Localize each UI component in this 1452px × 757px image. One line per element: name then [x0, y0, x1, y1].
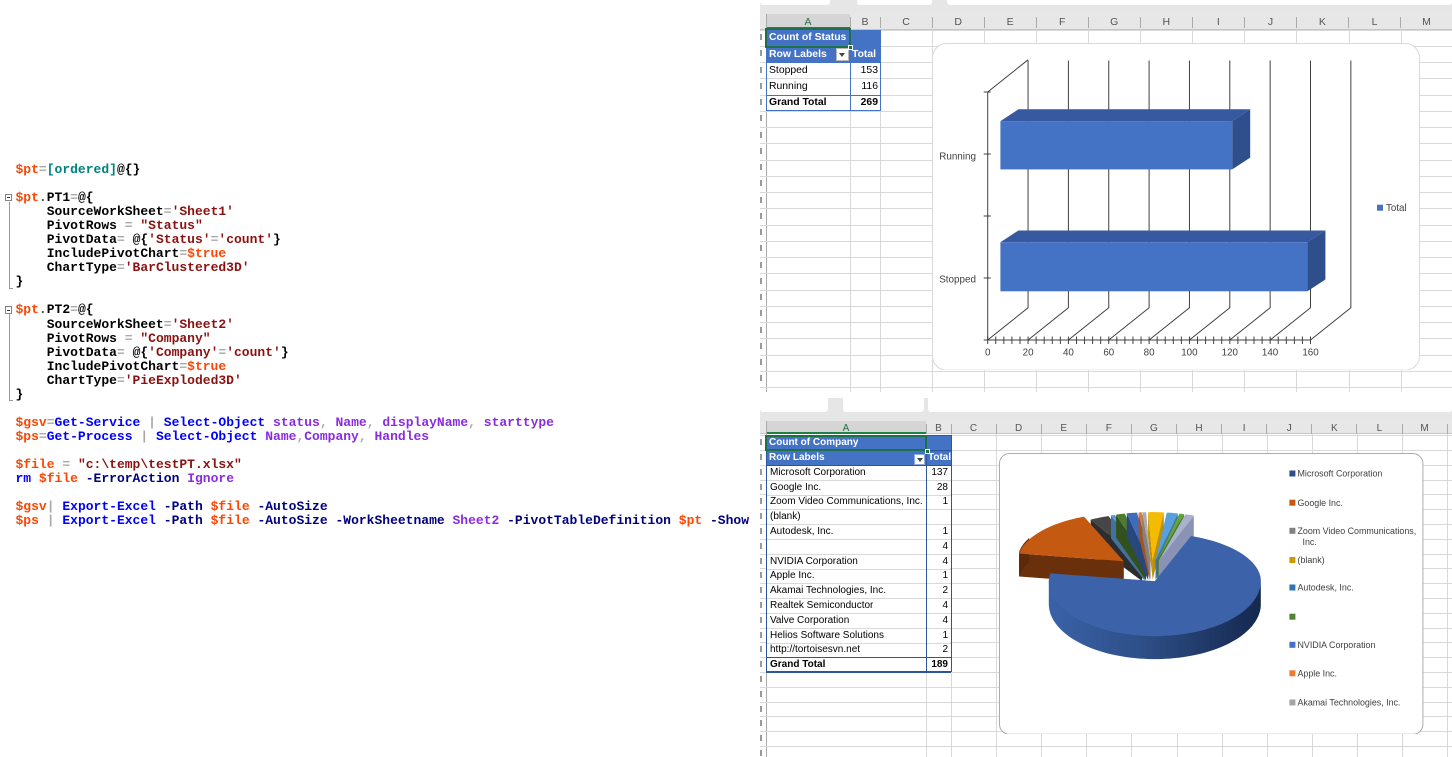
svg-text:120: 120: [1221, 347, 1238, 358]
svg-text:Autodesk, Inc.: Autodesk, Inc.: [1298, 582, 1354, 592]
svg-text:0: 0: [985, 347, 991, 358]
svg-text:NVIDIA Corporation: NVIDIA Corporation: [1298, 640, 1376, 650]
svg-text:Total: Total: [1386, 202, 1407, 213]
svg-text:Stopped: Stopped: [939, 274, 976, 285]
svg-text:100: 100: [1181, 347, 1198, 358]
svg-text:Google Inc.: Google Inc.: [1298, 497, 1343, 507]
svg-text:20: 20: [1022, 347, 1033, 358]
svg-text:Inc.: Inc.: [1303, 537, 1317, 547]
svg-text:60: 60: [1103, 347, 1114, 358]
svg-text:Running: Running: [939, 151, 976, 162]
svg-text:140: 140: [1262, 347, 1279, 358]
svg-text:80: 80: [1143, 347, 1154, 358]
svg-text:40: 40: [1063, 347, 1074, 358]
svg-text:Zoom Video Communications,: Zoom Video Communications,: [1298, 526, 1417, 536]
svg-text:Akamai Technologies, Inc.: Akamai Technologies, Inc.: [1298, 697, 1401, 707]
svg-text:Apple Inc.: Apple Inc.: [1298, 668, 1337, 678]
svg-text:(blank): (blank): [1298, 555, 1325, 565]
svg-text:160: 160: [1302, 347, 1319, 358]
svg-text:Microsoft Corporation: Microsoft Corporation: [1298, 468, 1383, 478]
